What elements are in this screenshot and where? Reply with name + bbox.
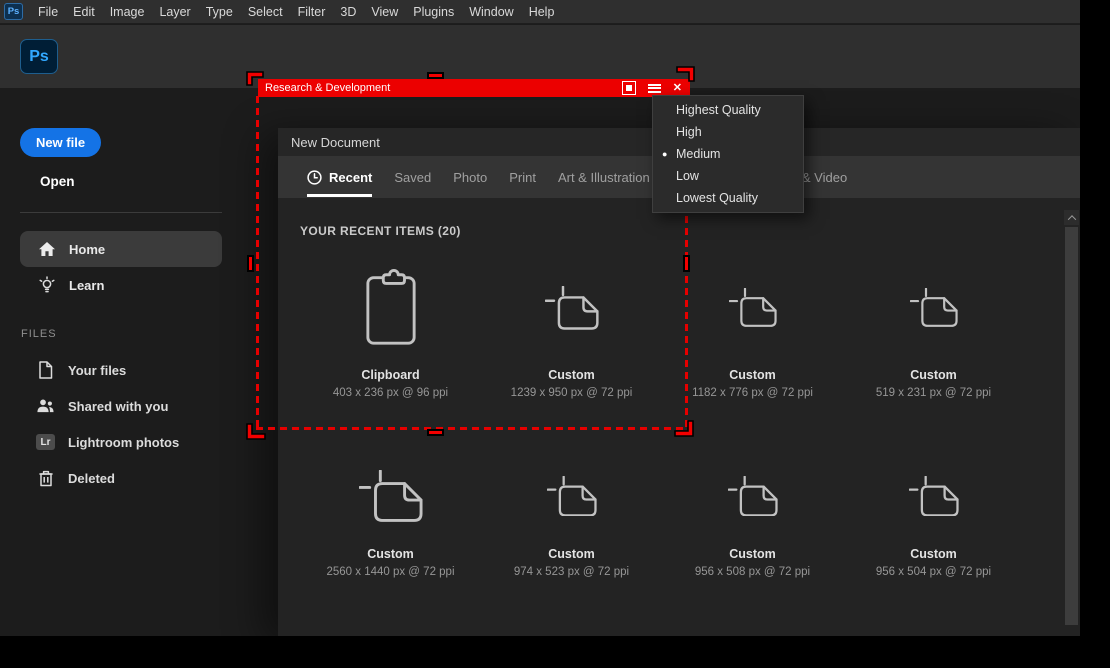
- menu-image[interactable]: Image: [110, 5, 145, 19]
- sidebar-divider: [20, 212, 222, 213]
- tab-print[interactable]: Print: [509, 170, 536, 185]
- custom-doc-icon: [729, 260, 777, 356]
- ps-logo: Ps: [20, 39, 58, 74]
- menu-filter[interactable]: Filter: [298, 5, 326, 19]
- lightbulb-icon: [37, 276, 56, 294]
- recent-item-custom[interactable]: Custom 1182 x 776 px @ 72 ppi: [662, 260, 843, 399]
- recent-item-custom[interactable]: Custom 1239 x 950 px @ 72 ppi: [481, 260, 662, 399]
- menubar: Ps File Edit Image Layer Type Select Fil…: [0, 0, 1080, 24]
- files-section-header: FILES: [21, 328, 57, 340]
- sidebar-item-label: Shared with you: [68, 399, 168, 414]
- recent-item-clipboard[interactable]: Clipboard 403 x 236 px @ 96 ppi: [300, 260, 481, 399]
- scrollbar-thumb[interactable]: [1065, 227, 1078, 625]
- sidebar-item-label: Deleted: [68, 471, 115, 486]
- sidebar-item-lightroom[interactable]: Lr Lightroom photos: [20, 424, 230, 460]
- resize-handle-right-center[interactable]: [683, 255, 690, 272]
- home-screen: New file Open Home Learn FILES: [0, 88, 1080, 636]
- resize-handle-bottom-center[interactable]: [427, 429, 444, 436]
- lightroom-icon: Lr: [36, 434, 55, 450]
- capture-region-bottom-edge: [256, 427, 688, 430]
- menu-item-high[interactable]: High: [653, 121, 803, 143]
- menu-item-medium[interactable]: ● Medium: [653, 143, 803, 165]
- clipboard-doc-icon: [364, 260, 418, 356]
- resize-handle-top-right[interactable]: [676, 66, 695, 82]
- scroll-up-button[interactable]: [1064, 210, 1079, 225]
- selected-bullet-icon: ●: [662, 149, 667, 159]
- recent-item-custom[interactable]: Custom 2560 x 1440 px @ 72 ppi: [300, 457, 481, 578]
- section-header: YOUR RECENT ITEMS (20): [300, 224, 1080, 238]
- menu-item-highest-quality[interactable]: Highest Quality: [653, 99, 803, 121]
- custom-doc-icon: [909, 457, 959, 535]
- tab-photo[interactable]: Photo: [453, 170, 487, 185]
- recent-item-custom[interactable]: Custom 956 x 508 px @ 72 ppi: [662, 457, 843, 578]
- sidebar-item-shared[interactable]: Shared with you: [20, 388, 230, 424]
- menu-type[interactable]: Type: [206, 5, 233, 19]
- resize-handle-bottom-right[interactable]: [674, 420, 694, 437]
- recent-item-custom[interactable]: Custom 956 x 504 px @ 72 ppi: [843, 457, 1024, 578]
- custom-doc-icon: [547, 457, 597, 535]
- sidebar-item-home[interactable]: Home: [20, 231, 222, 267]
- menu-layer[interactable]: Layer: [159, 5, 190, 19]
- tab-saved[interactable]: Saved: [394, 170, 431, 185]
- ps-app-icon: Ps: [4, 3, 23, 20]
- sidebar-item-label: Your files: [68, 363, 126, 378]
- custom-doc-icon: [728, 457, 778, 535]
- sidebar-item-your-files[interactable]: Your files: [20, 352, 230, 388]
- record-frame-button[interactable]: [622, 81, 636, 95]
- recent-item-custom[interactable]: Custom 519 x 231 px @ 72 ppi: [843, 260, 1024, 399]
- capture-region-left-edge: [256, 96, 259, 429]
- resize-handle-bottom-left[interactable]: [246, 423, 266, 440]
- sidebar-item-label: Lightroom photos: [68, 435, 179, 450]
- menu-view[interactable]: View: [371, 5, 398, 19]
- menu-window[interactable]: Window: [469, 5, 513, 19]
- document-icon: [36, 361, 55, 379]
- menu-3d[interactable]: 3D: [340, 5, 356, 19]
- custom-doc-icon: [545, 260, 599, 356]
- recent-item-custom[interactable]: Custom 974 x 523 px @ 72 ppi: [481, 457, 662, 578]
- recent-grid-row-2: Custom 2560 x 1440 px @ 72 ppi: [300, 457, 1080, 578]
- menu-item-low[interactable]: Low: [653, 165, 803, 187]
- tab-art-illustration[interactable]: Art & Illustration: [558, 170, 650, 185]
- menu-edit[interactable]: Edit: [73, 5, 95, 19]
- sidebar-item-learn[interactable]: Learn: [20, 267, 222, 303]
- open-button[interactable]: Open: [40, 174, 75, 189]
- clock-icon: [307, 170, 322, 185]
- resize-handle-top-left[interactable]: [246, 71, 264, 86]
- capture-titlebar[interactable]: Research & Development ✕: [258, 79, 690, 97]
- desktop: Ps File Edit Image Layer Type Select Fil…: [0, 0, 1110, 668]
- menu-file[interactable]: File: [38, 5, 58, 19]
- new-file-button[interactable]: New file: [20, 128, 101, 157]
- recent-grid-row-1: Clipboard 403 x 236 px @ 96 ppi: [300, 260, 1080, 399]
- dialog-scrollbar: [1064, 210, 1079, 634]
- recent-items-panel: YOUR RECENT ITEMS (20) Clipboard 403 x 2…: [278, 198, 1080, 578]
- quality-menu: Highest Quality High ● Medium Low Lowest…: [652, 95, 804, 213]
- menu-help[interactable]: Help: [529, 5, 555, 19]
- menu-select[interactable]: Select: [248, 5, 283, 19]
- resize-handle-top-center[interactable]: [427, 72, 444, 79]
- resize-handle-left-center[interactable]: [247, 255, 254, 272]
- chevron-up-icon: [1067, 215, 1075, 223]
- custom-doc-icon: [359, 457, 423, 535]
- home-icon: [37, 241, 56, 257]
- menu-item-lowest-quality[interactable]: Lowest Quality: [653, 187, 803, 209]
- sidebar-item-label: Home: [69, 242, 105, 257]
- custom-doc-icon: [910, 260, 958, 356]
- trash-icon: [36, 469, 55, 487]
- tab-recent[interactable]: Recent: [307, 170, 372, 185]
- menu-plugins[interactable]: Plugins: [413, 5, 454, 19]
- frame-icon: [626, 85, 632, 91]
- sidebar-item-deleted[interactable]: Deleted: [20, 460, 230, 496]
- hamburger-menu-button[interactable]: [648, 84, 661, 93]
- close-icon[interactable]: ✕: [673, 83, 682, 94]
- capture-title: Research & Development: [265, 82, 390, 94]
- sidebar-item-label: Learn: [69, 278, 104, 293]
- people-icon: [36, 398, 55, 414]
